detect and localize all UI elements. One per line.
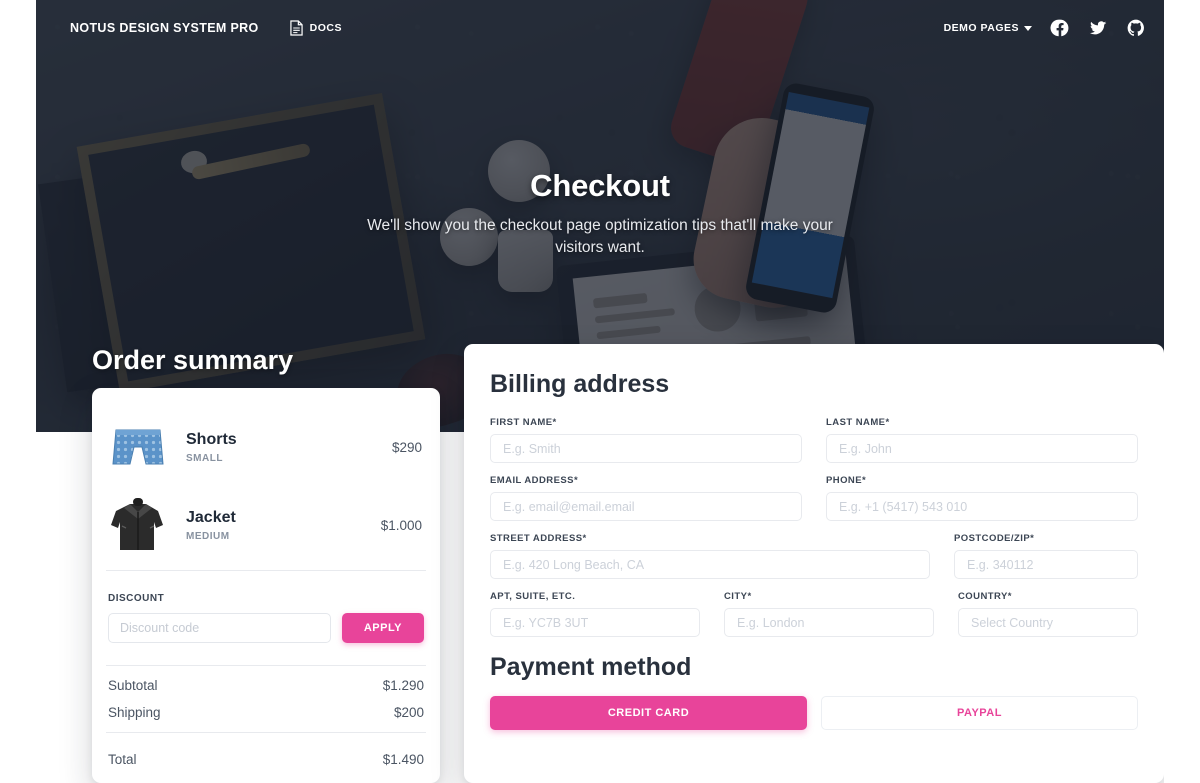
page-title: Checkout bbox=[530, 168, 670, 203]
discount-section: DISCOUNT APPLY bbox=[106, 577, 426, 659]
phone-label: PHONE* bbox=[826, 475, 867, 486]
product-name: Shorts bbox=[186, 430, 237, 448]
checkout-page: Checkout We'll show you the checkout pag… bbox=[36, 0, 1164, 783]
product-size: MEDIUM bbox=[186, 530, 230, 542]
apply-discount-button[interactable]: APPLY bbox=[341, 613, 424, 643]
postcode-label: POSTCODE/ZIP* bbox=[954, 533, 1035, 544]
tab-credit-card[interactable]: CREDIT CARD bbox=[490, 696, 807, 730]
street-address-label: STREET ADDRESS* bbox=[490, 533, 587, 544]
product-name: Jacket bbox=[186, 508, 236, 526]
nav-item-docs[interactable]: DOCS bbox=[289, 20, 342, 36]
field-email: EMAIL ADDRESS* bbox=[490, 475, 802, 521]
nav-item-demo-pages[interactable]: DEMO PAGES bbox=[944, 22, 1032, 34]
field-postcode: POSTCODE/ZIP* bbox=[954, 533, 1138, 579]
country-select[interactable] bbox=[958, 608, 1138, 637]
field-first-name: FIRST NAME* bbox=[490, 417, 802, 463]
product-price: $1.000 bbox=[380, 517, 422, 533]
order-summary-card: Shorts SMALL $290 Jacket MEDIUM $1.000 D… bbox=[92, 388, 440, 783]
total-value: $1.490 bbox=[382, 752, 424, 767]
tab-paypal[interactable]: PAYPAL bbox=[821, 696, 1138, 730]
document-icon bbox=[289, 20, 303, 36]
first-name-label: FIRST NAME* bbox=[490, 417, 557, 428]
last-name-input[interactable] bbox=[826, 434, 1138, 463]
billing-address-title: Billing address bbox=[490, 370, 670, 398]
facebook-icon[interactable] bbox=[1050, 18, 1070, 38]
first-name-input[interactable] bbox=[490, 434, 802, 463]
field-country: COUNTRY* bbox=[958, 591, 1138, 637]
field-city: CITY* bbox=[724, 591, 934, 637]
last-name-label: LAST NAME* bbox=[826, 417, 890, 428]
table-row: Total $1.490 bbox=[108, 739, 424, 773]
total-label: Total bbox=[108, 752, 137, 767]
email-label: EMAIL ADDRESS* bbox=[490, 475, 579, 486]
nav-docs-label: DOCS bbox=[309, 22, 342, 34]
totals-section: Subtotal $1.290 Shipping $200 bbox=[106, 672, 426, 726]
shipping-label: Shipping bbox=[108, 705, 161, 720]
demo-pages-label: DEMO PAGES bbox=[943, 22, 1019, 34]
black-leather-jacket-thumbnail bbox=[108, 496, 168, 554]
field-street-address: STREET ADDRESS* bbox=[490, 533, 930, 579]
divider bbox=[106, 570, 426, 571]
country-label: COUNTRY* bbox=[958, 591, 1012, 602]
payment-method-title: Payment method bbox=[490, 653, 692, 681]
navbar: NOTUS DESIGN SYSTEM PRO DOCS DEMO PAGES bbox=[36, 0, 1164, 56]
twitter-icon[interactable] bbox=[1088, 18, 1108, 38]
chevron-down-icon bbox=[1024, 25, 1032, 31]
divider bbox=[106, 665, 426, 666]
postcode-input[interactable] bbox=[954, 550, 1138, 579]
brand-logo[interactable]: NOTUS DESIGN SYSTEM PRO bbox=[70, 21, 259, 35]
table-row: Shipping $200 bbox=[108, 699, 424, 726]
discount-code-input[interactable] bbox=[108, 613, 331, 643]
blue-shorts-thumbnail bbox=[108, 418, 168, 476]
product-price: $290 bbox=[391, 439, 422, 455]
billing-address-card: Billing address FIRST NAME* LAST NAME* E… bbox=[464, 344, 1164, 783]
navbar-right: DEMO PAGES bbox=[944, 18, 1146, 38]
table-row: Subtotal $1.290 bbox=[108, 672, 424, 699]
list-item: Shorts SMALL $290 bbox=[106, 408, 426, 486]
hero-subtitle: We'll show you the checkout page optimiz… bbox=[367, 217, 833, 257]
field-apt-suite: APT, SUITE, ETC. bbox=[490, 591, 700, 637]
field-last-name: LAST NAME* bbox=[826, 417, 1138, 463]
apt-label: APT, SUITE, ETC. bbox=[490, 591, 576, 602]
city-input[interactable] bbox=[724, 608, 934, 637]
phone-input[interactable] bbox=[826, 492, 1138, 521]
street-address-input[interactable] bbox=[490, 550, 930, 579]
shipping-value: $200 bbox=[393, 705, 424, 720]
github-icon[interactable] bbox=[1126, 18, 1146, 38]
city-label: CITY* bbox=[724, 591, 752, 602]
discount-label: DISCOUNT bbox=[108, 593, 165, 604]
order-summary-heading: Order summary bbox=[92, 345, 294, 375]
product-size: SMALL bbox=[186, 452, 223, 464]
apt-suite-input[interactable] bbox=[490, 608, 700, 637]
divider bbox=[106, 732, 426, 733]
subtotal-value: $1.290 bbox=[382, 678, 424, 693]
subtotal-label: Subtotal bbox=[108, 678, 158, 693]
email-field[interactable] bbox=[490, 492, 802, 521]
list-item: Jacket MEDIUM $1.000 bbox=[106, 486, 426, 564]
hero-text-block: Checkout We'll show you the checkout pag… bbox=[36, 168, 1164, 260]
payment-method-tabs: CREDIT CARD PAYPAL bbox=[490, 696, 1138, 730]
field-phone: PHONE* bbox=[826, 475, 1138, 521]
